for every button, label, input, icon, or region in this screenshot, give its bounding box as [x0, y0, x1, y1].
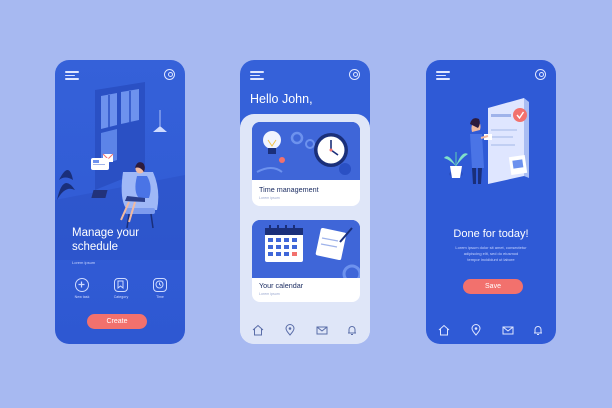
category-button[interactable]: Category — [111, 278, 131, 299]
card-your-calendar[interactable]: Your calendar Lorem ipsum — [252, 220, 360, 302]
profile-icon[interactable] — [535, 69, 546, 80]
clock-and-lightbulb-illustration — [252, 122, 360, 180]
bookmark-icon — [114, 278, 128, 292]
time-label: Time — [156, 295, 164, 299]
category-label: Category — [113, 295, 129, 299]
profile-icon[interactable] — [349, 69, 360, 80]
description-line-3: tempor incididunt ut labore — [467, 257, 515, 262]
calendar-illustration — [252, 220, 360, 284]
description-line-1: Lorem ipsum dolor sit amet, consectetur — [455, 245, 527, 250]
new-task-label: New task — [74, 295, 90, 299]
new-task-button[interactable]: New task — [72, 278, 92, 299]
phone-screen-schedule: Manage your schedule Lorem ipsum New tas… — [55, 60, 185, 344]
card-subtitle: Lorem ipsum — [259, 196, 280, 200]
bell-icon[interactable] — [532, 324, 544, 336]
title-line-2: schedule — [72, 241, 119, 253]
woman-checklist-illustration — [444, 98, 529, 184]
plus-circle-icon — [75, 278, 89, 292]
card-title: Time management — [259, 185, 319, 194]
time-button[interactable]: Time — [150, 278, 170, 299]
description-line-2: adipiscing elit, sed do eiusmod — [463, 251, 519, 256]
profile-icon[interactable] — [164, 69, 175, 80]
create-button[interactable]: Create — [87, 314, 147, 329]
card-subtitle: Lorem ipsum — [259, 292, 280, 296]
phone-screen-dashboard: Hello John, Time management Lorem ipsum … — [240, 60, 370, 344]
mail-icon[interactable] — [316, 324, 328, 336]
location-pin-icon[interactable] — [470, 324, 482, 336]
top-bar — [250, 69, 360, 81]
card-image — [252, 220, 360, 284]
menu-icon[interactable] — [436, 71, 450, 80]
greeting: Hello John, — [250, 92, 313, 106]
bottom-nav — [252, 324, 358, 336]
card-title: Your calendar — [259, 281, 304, 290]
mail-icon[interactable] — [502, 324, 514, 336]
menu-icon[interactable] — [250, 71, 264, 80]
home-icon[interactable] — [252, 324, 264, 336]
menu-icon[interactable] — [65, 71, 79, 80]
card-image — [252, 122, 360, 180]
clock-icon — [153, 278, 167, 292]
done-title: Done for today! — [453, 228, 529, 240]
title-line-1: Manage your — [72, 227, 140, 239]
home-icon[interactable] — [438, 324, 450, 336]
location-pin-icon[interactable] — [284, 324, 296, 336]
bell-icon[interactable] — [346, 324, 358, 336]
phone-screen-done: Done for today! Lorem ipsum dolor sit am… — [426, 60, 556, 344]
card-time-management[interactable]: Time management Lorem ipsum — [252, 122, 360, 206]
top-bar — [436, 69, 546, 81]
subtitle: Lorem ipsum — [72, 260, 96, 265]
bottom-nav — [438, 324, 544, 336]
save-button[interactable]: Save — [463, 279, 523, 294]
